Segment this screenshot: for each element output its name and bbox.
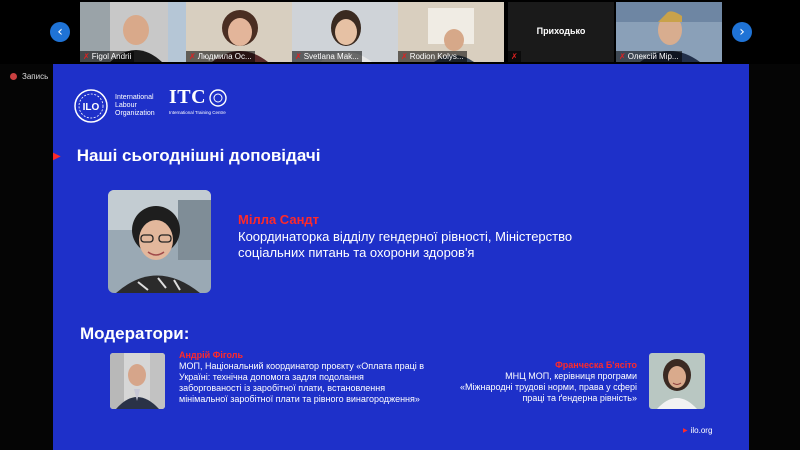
recording-indicator[interactable]: Запись <box>10 72 48 81</box>
participant-name: ✗ <box>508 51 521 62</box>
participant-tile[interactable]: ✗ Rodion Kolys... <box>398 2 504 62</box>
participant-name: ✗ Rodion Kolys... <box>398 51 467 62</box>
participant-tile[interactable]: ✗ Людмила Ос... <box>186 2 292 62</box>
moderator-name: Андрій Фіголь <box>179 350 244 360</box>
mic-muted-icon: ✗ <box>511 52 518 61</box>
participant-display-name: Приходько <box>536 26 586 36</box>
moderator-name: Франческа Б'ясіто <box>555 360 637 370</box>
participant-name: ✗ Figol Andrii <box>80 51 135 62</box>
moderator-role: МОП, Національний координатор проєкту «О… <box>179 361 425 404</box>
speaker-photo <box>108 190 211 293</box>
moderators-heading: Модератори: <box>80 324 190 343</box>
moderator-role: МНЦ МОП, керівниця програми «Міжнародні … <box>460 371 637 403</box>
itc-emblem-icon <box>209 88 227 107</box>
slide-title: Наші сьогоднішні доповідачі <box>76 146 321 165</box>
participant-strip: ‹ ✗ Figol Andrii ✗ Людмила Ос... ✗ Svetl… <box>0 0 800 64</box>
moderator-photo <box>649 353 705 409</box>
participant-tile[interactable]: ✗ Figol Andrii <box>80 2 186 62</box>
previous-page-button[interactable]: ‹ <box>50 22 70 42</box>
chevron-right-icon: ▶ <box>53 150 61 162</box>
ilo-logo: ILO International Labour Organization <box>73 88 155 124</box>
next-page-button[interactable]: › <box>732 22 752 42</box>
record-icon <box>10 73 17 80</box>
mic-muted-icon: ✗ <box>189 52 196 61</box>
speaker-name: Мілла Сандт <box>238 212 320 227</box>
mic-muted-icon: ✗ <box>83 52 90 61</box>
play-icon: ▶ <box>683 427 688 434</box>
mic-muted-icon: ✗ <box>295 52 302 61</box>
ilo-wordmark: International Labour Organization <box>115 94 155 117</box>
shared-screen-slide: ILO International Labour Organization IT… <box>53 64 749 450</box>
ilo-website: ▶ ilo.org <box>683 426 713 435</box>
participant-tile[interactable]: ✗ Svetlana Mak... <box>292 2 398 62</box>
itc-logo: ITC International Training Centre <box>169 86 227 115</box>
participant-name: ✗ Людмила Ос... <box>186 51 255 62</box>
itc-wordmark: ITC <box>169 86 207 108</box>
participant-tile[interactable]: ✗ Олексій Мір... <box>616 2 722 62</box>
ilo-emblem-icon: ILO <box>74 89 108 123</box>
slide-title-row: ▶ Наші сьогоднішні доповідачі <box>53 146 320 166</box>
mic-muted-icon: ✗ <box>401 52 408 61</box>
zoom-meeting-window: ‹ ✗ Figol Andrii ✗ Людмила Ос... ✗ Svetl… <box>0 0 800 450</box>
participant-tile[interactable]: Приходько ✗ <box>508 2 614 62</box>
moderator-photo <box>110 353 165 409</box>
recording-label: Запись <box>22 72 49 81</box>
participant-name: ✗ Олексій Мір... <box>616 51 682 62</box>
svg-text:ILO: ILO <box>83 102 100 113</box>
speaker-role: Координаторка відділу гендерної рівності… <box>238 229 573 260</box>
mic-muted-icon: ✗ <box>619 52 626 61</box>
participant-name: ✗ Svetlana Mak... <box>292 51 362 62</box>
itc-subtitle: International Training Centre <box>169 110 226 115</box>
